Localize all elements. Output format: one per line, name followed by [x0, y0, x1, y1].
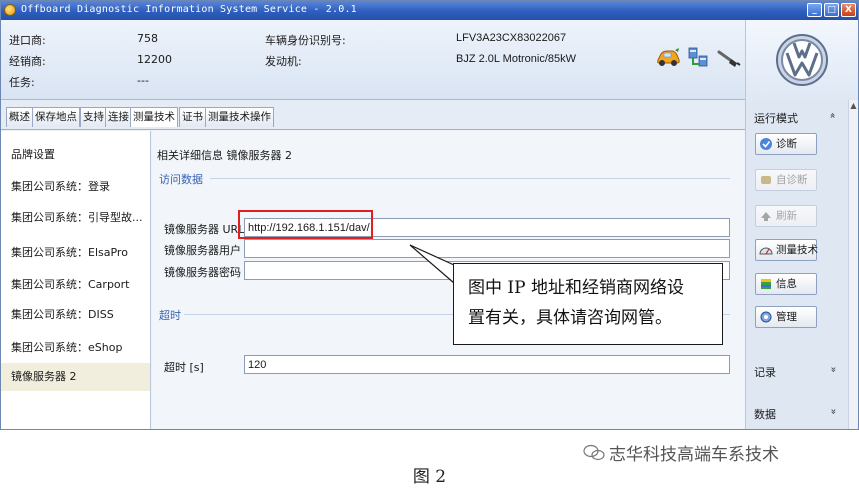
flash-icon [759, 209, 773, 223]
odis-window: Offboard Diagnostic Information System S… [0, 0, 859, 430]
task-label: 任务: [9, 76, 35, 89]
section-divider [210, 178, 730, 179]
mode-title: 运行模式 [754, 112, 798, 125]
app-icon [4, 4, 16, 16]
scroll-up-icon[interactable]: ▲ [849, 100, 858, 112]
meter-icon [759, 243, 773, 257]
nav-item-carport[interactable]: 集团公司系统：Carport [1, 271, 150, 299]
tab-overview[interactable]: 概述 [6, 107, 33, 127]
flash-label: 刷新 [776, 210, 797, 222]
task-value: --- [137, 74, 149, 87]
self-diagnosis-button[interactable]: 自诊断 [755, 169, 817, 191]
wechat-icon [583, 444, 605, 461]
measurement-button[interactable]: 测量技术 [755, 239, 818, 261]
cable-plug-icon[interactable] [717, 48, 741, 73]
user-label: 镜像服务器用户 [164, 244, 241, 257]
title-bar[interactable]: Offboard Diagnostic Information System S… [1, 1, 858, 20]
section-timeout: 超时 [159, 309, 181, 322]
measurement-label: 测量技术 [776, 244, 818, 256]
nav-item-elsapro[interactable]: 集团公司系统：ElsaPro [1, 239, 150, 267]
self-diagnosis-label: 自诊断 [776, 174, 808, 186]
diagnosis-icon [759, 137, 773, 151]
brand-area [745, 20, 858, 100]
tab-connection[interactable]: 连接 [105, 107, 132, 127]
nav-item-brand-settings[interactable]: 品牌设置 [1, 141, 150, 169]
url-label: 镜像服务器 URL [164, 223, 245, 236]
window-title: Offboard Diagnostic Information System S… [21, 4, 357, 15]
network-icon[interactable] [687, 46, 709, 73]
breadcrumb: 相关详细信息 镜像服务器 2 [157, 149, 292, 162]
figure-caption: 图 2 [412, 467, 447, 487]
admin-label: 管理 [776, 311, 797, 323]
tab-certificate[interactable]: 证书 [179, 107, 206, 127]
timeout-input[interactable] [244, 355, 730, 374]
tab-support[interactable]: 支持 [80, 107, 107, 127]
nav-item-mirror-server-2[interactable]: 镜像服务器 2 [1, 363, 150, 391]
maximize-button[interactable]: □ [824, 3, 839, 17]
nav-item-diss[interactable]: 集团公司系统：DISS [1, 301, 150, 329]
vehicle-header: 进口商: 758 经销商: 12200 任务: --- 车辆身份识别号: LFV… [1, 20, 858, 100]
annotation-callout: 图中 IP 地址和经销商网络设 置有关，具体请咨询网管。 [453, 263, 723, 345]
info-label: 信息 [776, 278, 797, 290]
connection-status-icons [649, 42, 749, 82]
operation-mode-panel: 运行模式 » 诊断 自诊断 刷新 测量技术 信息 管理 记录 » 数据 » [745, 100, 858, 429]
section-access-data: 访问数据 [159, 173, 203, 186]
nav-item-login[interactable]: 集团公司系统：登录 [1, 173, 150, 201]
dealer-label: 经销商: [9, 55, 46, 68]
diagnosis-button[interactable]: 诊断 [755, 133, 817, 155]
vin-value: LFV3A23CX83022067 [456, 32, 567, 44]
expand-records-icon[interactable]: » [828, 366, 839, 372]
data-title: 数据 [754, 408, 776, 421]
car-icon[interactable] [655, 48, 681, 71]
records-title: 记录 [754, 366, 776, 379]
right-scrollbar[interactable]: ▲ [848, 100, 858, 429]
tab-storage[interactable]: 保存地点 [32, 107, 80, 127]
vw-logo [775, 33, 829, 90]
close-button[interactable]: X [841, 3, 856, 17]
tab-measurement[interactable]: 测量技术 [130, 107, 178, 127]
admin-icon [759, 310, 773, 324]
minimize-button[interactable]: _ [807, 3, 822, 17]
importer-value: 758 [137, 32, 158, 45]
url-highlight-box [238, 210, 373, 239]
vin-label: 车辆身份识别号: [265, 34, 346, 47]
engine-label: 发动机: [265, 55, 302, 68]
timeout-label: 超时 [s] [164, 361, 204, 374]
admin-button[interactable]: 管理 [755, 306, 817, 328]
tab-measurement-operation[interactable]: 测量技术操作 [205, 107, 274, 127]
settings-nav: 品牌设置 集团公司系统：登录 集团公司系统：引导型故... 集团公司系统：Els… [1, 131, 151, 429]
expand-data-icon[interactable]: » [828, 408, 839, 414]
nav-item-guided-fault[interactable]: 集团公司系统：引导型故... [1, 204, 150, 232]
diagnosis-label: 诊断 [776, 138, 797, 150]
info-icon [759, 277, 773, 291]
dealer-value: 12200 [137, 53, 172, 66]
self-diagnosis-icon [759, 173, 773, 187]
tab-bar: 概述 保存地点 支持 连接 测量技术 证书 测量技术操作 [1, 100, 745, 130]
callout-line-2: 置有关，具体请咨询网管。 [468, 308, 672, 328]
nav-item-eshop[interactable]: 集团公司系统：eShop [1, 334, 150, 362]
collapse-mode-icon[interactable]: » [828, 112, 839, 118]
info-button[interactable]: 信息 [755, 273, 817, 295]
importer-label: 进口商: [9, 34, 46, 47]
user-input[interactable] [244, 239, 730, 258]
engine-value: BJZ 2.0L Motronic/85kW [456, 53, 577, 65]
flash-button[interactable]: 刷新 [755, 205, 817, 227]
password-label: 镜像服务器密码 [164, 266, 241, 279]
callout-line-1: 图中 IP 地址和经销商网络设 [468, 278, 684, 298]
